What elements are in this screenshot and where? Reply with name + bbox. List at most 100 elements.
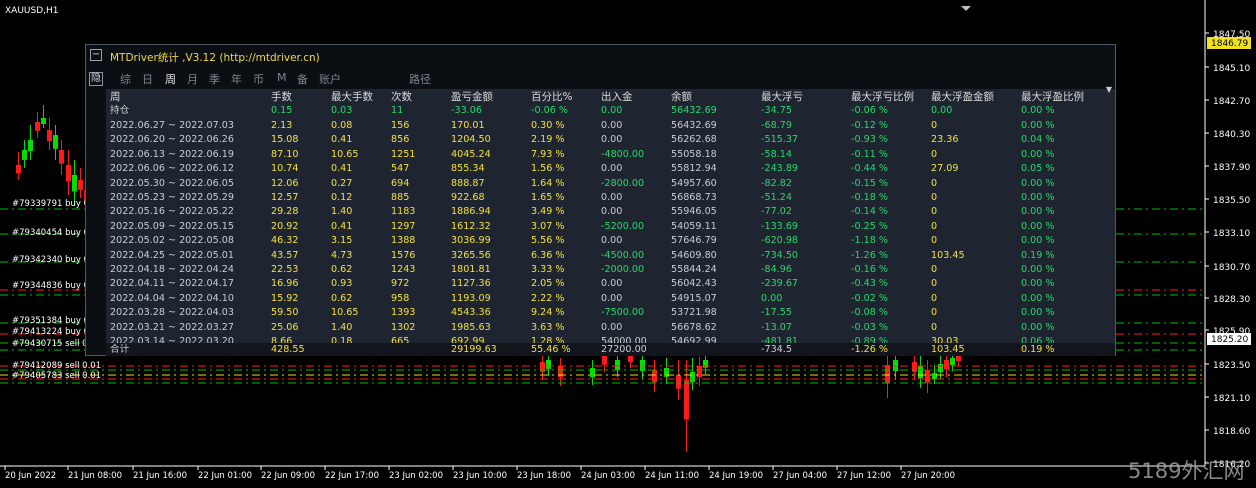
table-cell: 0 — [931, 177, 938, 189]
table-cell: 55812.94 — [671, 163, 717, 175]
table-cell: 0.00 % — [1021, 278, 1055, 290]
tab-month[interactable]: 月 — [187, 71, 198, 87]
table-cell: 0.00 — [601, 192, 623, 203]
table-cell: 合计 — [110, 344, 130, 355]
candle-body — [950, 358, 955, 366]
table-cell: 9.24 % — [531, 307, 565, 319]
time-tick-label: 24 Jun 11:00 — [645, 471, 699, 481]
tab-day[interactable]: 日 — [142, 71, 153, 87]
candle-body — [925, 370, 930, 383]
table-cell: -0.14 % — [851, 206, 888, 218]
tab-path[interactable]: 路径 — [409, 71, 431, 87]
table-cell: 29199.63 — [451, 344, 497, 355]
table-cell: 3265.56 — [451, 249, 491, 261]
tab-magic[interactable]: M — [277, 71, 287, 84]
table-cell: 0 — [931, 278, 938, 290]
time-tick-label: 23 Jun 18:00 — [517, 471, 571, 481]
table-cell: 0.00 % — [1021, 148, 1055, 160]
tab-quarter[interactable]: 季 — [209, 71, 220, 87]
tab-notes[interactable]: 备 — [297, 71, 308, 87]
table-cell: 0.00 — [601, 105, 623, 116]
table-cell: 56678.62 — [671, 321, 717, 333]
table-row: 2022.05.09 ~ 2022.05.15 20.92 0.41 1297 1612… — [106, 220, 1116, 234]
table-cell: 1243 — [391, 264, 416, 275]
table-cell: 2022.06.27 ~ 2022.07.03 — [110, 120, 234, 131]
table-cell: 46.32 — [271, 235, 299, 247]
chart-symbol: XAUUSD,H1 — [5, 6, 59, 16]
order-label: #79405783 sell 0.01 — [12, 371, 101, 381]
tab-year[interactable]: 年 — [231, 71, 242, 87]
time-tick-label: 27 Jun 04:00 — [773, 471, 827, 481]
current-price-label: 1846.79 — [1211, 39, 1248, 49]
table-cell: 4045.24 — [451, 148, 491, 160]
table-cell: 428.55 — [271, 344, 305, 355]
table-cell: -239.67 — [761, 278, 799, 290]
table-cell: 百分比% — [531, 91, 573, 103]
table-cell: 22.53 — [271, 264, 299, 275]
table-cell: 4.73 — [331, 249, 353, 261]
table-cell: 2022.06.20 ~ 2022.06.26 — [110, 134, 234, 146]
table-cell: 55.46 % — [531, 344, 571, 355]
table-cell: 87.10 — [271, 148, 299, 160]
table-cell: 12.57 — [271, 192, 299, 203]
hide-button[interactable]: 隐 — [89, 72, 103, 86]
table-cell: -82.82 — [761, 177, 792, 189]
table-cell: 20.92 — [271, 220, 299, 232]
tab-account[interactable]: 账户 — [319, 71, 341, 87]
table-cell: 0.00 — [601, 235, 623, 247]
table-cell: 2022.05.23 ~ 2022.05.29 — [110, 192, 234, 203]
table-cell: 0.00 % — [1021, 235, 1055, 247]
tab-week[interactable]: 周 — [165, 71, 176, 87]
table-cell: 0.30 % — [531, 120, 565, 131]
time-tick-label: 22 Jun 01:00 — [198, 471, 252, 481]
time-tick-label: 24 Jun 19:00 — [709, 471, 763, 481]
table-cell: 3.33 % — [531, 264, 565, 275]
table-cell: 0 — [931, 292, 938, 304]
table-cell: 1251 — [391, 148, 416, 160]
table-cell: 856 — [391, 134, 410, 146]
candle-body — [35, 122, 40, 131]
table-cell: 2.19 % — [531, 134, 565, 146]
table-cell: 0.00 — [601, 163, 623, 175]
price-tick-label: 1833.10 — [1213, 229, 1250, 239]
candle-body — [66, 165, 71, 182]
table-cell: 0.93 — [331, 278, 353, 290]
table-cell: -0.16 % — [851, 264, 888, 275]
table-cell: 1.40 — [331, 321, 353, 333]
time-tick-label: 27 Jun 12:00 — [837, 471, 891, 481]
tab-overall[interactable]: 综 — [120, 71, 131, 87]
table-cell: -0.11 % — [851, 148, 888, 160]
table-row: 2022.04.25 ~ 2022.05.01 43.57 4.73 1576 3265… — [106, 249, 1116, 263]
time-tick-label: 27 Jun 20:00 — [901, 471, 955, 481]
candle-body — [41, 118, 46, 124]
mtdriver-stats-panel: − MTDriver统计 ,V3.12 (http://mtdriver.cn)… — [85, 44, 1116, 356]
table-cell: 最大浮盈金额 — [931, 91, 994, 103]
table-cell: 2022.05.16 ~ 2022.05.22 — [110, 206, 234, 218]
minimize-button[interactable]: − — [90, 49, 102, 61]
table-cell: 547 — [391, 163, 410, 175]
candle-body — [684, 380, 689, 420]
table-cell: -133.69 — [761, 220, 799, 232]
table-cell: 2022.04.25 ~ 2022.05.01 — [110, 249, 234, 261]
table-cell: 1183 — [391, 206, 416, 218]
table-cell: -734.5 — [761, 344, 792, 355]
table-cell: 0.00 % — [1021, 105, 1055, 116]
tab-currency[interactable]: 币 — [253, 71, 264, 87]
scroll-triangle-icon — [961, 6, 971, 11]
table-cell: -515.37 — [761, 134, 799, 146]
table-cell: -4800.00 — [601, 148, 645, 160]
table-cell: 3036.99 — [451, 235, 491, 247]
table-cell: -0.93 % — [851, 134, 888, 146]
table-cell: 55946.05 — [671, 206, 717, 218]
candle-body — [944, 360, 949, 370]
table-cell: 最大浮盈比例 — [1021, 91, 1084, 103]
candle-body — [59, 150, 64, 164]
table-cell: 43.57 — [271, 249, 299, 261]
price-tick-label: 1837.90 — [1213, 163, 1250, 173]
table-cell: 56262.68 — [671, 134, 717, 146]
time-tick-label: 21 Jun 08:00 — [68, 471, 122, 481]
time-tick-label: 22 Jun 17:00 — [325, 471, 379, 481]
table-cell: 0.00 % — [1021, 120, 1055, 131]
candle-body — [615, 360, 620, 370]
table-cell: -51.24 — [761, 192, 792, 203]
